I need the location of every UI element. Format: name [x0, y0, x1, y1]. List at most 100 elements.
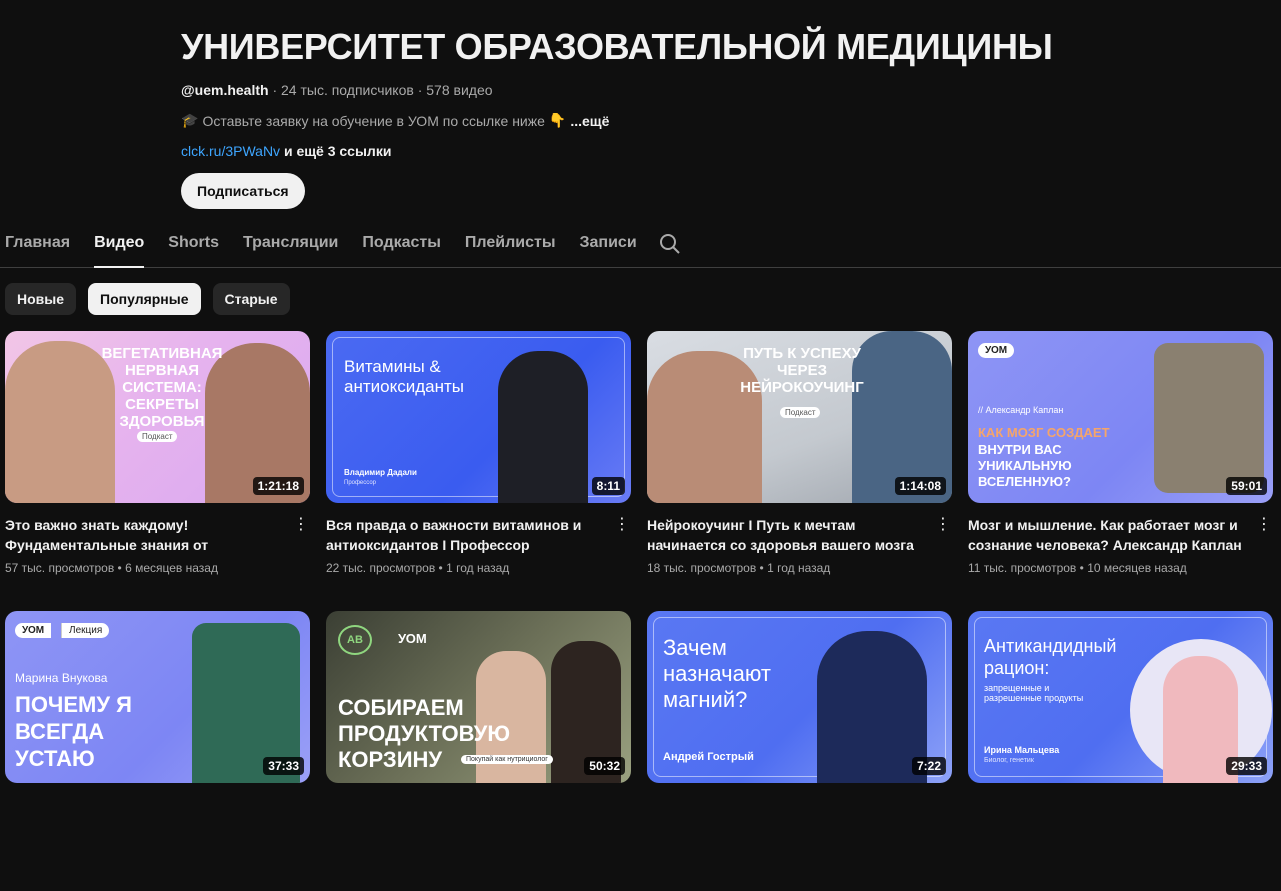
video-card: УОМ Лекция Марина Внукова ПОЧЕМУ Я ВСЕГД…	[5, 611, 310, 891]
video-thumbnail[interactable]: AB УОМ СОБИРАЕМ ПРОДУКТОВУЮ КОРЗИНУ Поку…	[326, 611, 631, 783]
person-photo	[1154, 343, 1264, 493]
thumbnail-role: Биолог, генетик	[984, 757, 1034, 764]
chip-oldest[interactable]: Старые	[212, 283, 290, 315]
tab-playlists[interactable]: Плейлисты	[465, 222, 556, 267]
video-duration: 29:33	[1226, 757, 1267, 775]
thumbnail-badge: Подкаст	[780, 407, 821, 418]
channel-links: clck.ru/3PWaNv и ещё 3 ссылки	[181, 143, 1181, 159]
video-duration: 1:14:08	[894, 477, 946, 495]
chip-newest[interactable]: Новые	[5, 283, 77, 315]
video-views: 18 тыс. просмотров	[647, 561, 757, 575]
video-age: 6 месяцев назад	[125, 561, 218, 575]
video-views: 11 тыс. просмотров	[968, 561, 1077, 575]
video-thumbnail[interactable]: Антикандидный рацион: запрещенные и разр…	[968, 611, 1273, 783]
chip-popular[interactable]: Популярные	[88, 283, 201, 315]
video-stats: 18 тыс. просмотров • 1 год назад	[647, 561, 831, 575]
thumbnail-name: // Александр Каплан	[978, 405, 1064, 415]
video-thumbnail[interactable]: ВЕГЕТАТИВНАЯ НЕРВНАЯ СИСТЕМА: СЕКРЕТЫ ЗД…	[5, 331, 310, 503]
video-thumbnail[interactable]: Зачем назначают магний? Андрей Гострый 7…	[647, 611, 952, 783]
thumbnail-text: Витамины & антиоксиданты	[344, 357, 464, 396]
more-options-icon[interactable]: ⋮	[613, 515, 631, 555]
video-count: · 578 видео	[417, 82, 493, 98]
thumbnail-accent-text: КАК МОЗГ СОЗДАЕТ	[978, 425, 1110, 440]
thumbnail-name: Андрей Гострый	[663, 751, 754, 763]
channel-description[interactable]: 🎓 Оставьте заявку на обучение в УОМ по с…	[181, 112, 1181, 129]
video-age: 10 месяцев назад	[1087, 561, 1187, 575]
thumbnail-tag: Лекция	[61, 623, 110, 638]
person-photo	[817, 631, 927, 783]
tab-posts[interactable]: Записи	[580, 222, 637, 267]
video-duration: 1:21:18	[252, 477, 304, 495]
graduation-cap-icon: 🎓	[181, 112, 199, 128]
video-card: УОМ // Александр Каплан КАК МОЗГ СОЗДАЕТ…	[968, 331, 1273, 611]
video-duration: 37:33	[263, 757, 304, 775]
video-title[interactable]: Вся правда о важности витаминов и антиок…	[326, 515, 611, 555]
description-more-link[interactable]: ...ещё	[570, 113, 609, 129]
brand-logo-icon: AB	[338, 625, 372, 655]
video-stats: 22 тыс. просмотров • 1 год назад	[326, 561, 510, 575]
thumbnail-badge: Подкаст	[137, 431, 178, 442]
channel-meta: @uem.health · 24 тыс. подписчиков · 578 …	[181, 82, 1181, 98]
tab-videos[interactable]: Видео	[94, 222, 145, 268]
uom-logo: УОМ	[978, 343, 1015, 358]
video-card: ВЕГЕТАТИВНАЯ НЕРВНАЯ СИСТЕМА: СЕКРЕТЫ ЗД…	[5, 331, 310, 611]
video-card: AB УОМ СОБИРАЕМ ПРОДУКТОВУЮ КОРЗИНУ Поку…	[326, 611, 631, 891]
video-stats: 11 тыс. просмотров • 10 месяцев назад	[968, 561, 1187, 575]
uom-logo: УОМ	[398, 631, 427, 646]
tab-live[interactable]: Трансляции	[243, 222, 338, 267]
thumbnail-text: Зачем назначают магний?	[663, 635, 771, 712]
video-thumbnail[interactable]: УОМ Лекция Марина Внукова ПОЧЕМУ Я ВСЕГД…	[5, 611, 310, 783]
more-options-icon[interactable]: ⋮	[1255, 515, 1273, 555]
video-card: ПУТЬ К УСПЕХУ ЧЕРЕЗ НЕЙРОКОУЧИНГ Подкаст…	[647, 331, 952, 611]
video-views: 57 тыс. просмотров	[5, 561, 115, 575]
video-duration: 59:01	[1226, 477, 1267, 495]
thumbnail-text: ПОЧЕМУ Я ВСЕГДА УСТАЮ	[15, 692, 132, 771]
channel-title: УНИВЕРСИТЕТ ОБРАЗОВАТЕЛЬНОЙ МЕДИЦИНЫ	[181, 26, 1053, 67]
video-duration: 8:11	[591, 477, 625, 495]
channel-handle[interactable]: @uem.health	[181, 82, 269, 98]
uom-logo: УОМ	[15, 623, 52, 638]
channel-tabs: Главная Видео Shorts Трансляции Подкасты…	[0, 222, 1281, 268]
tab-podcasts[interactable]: Подкасты	[362, 222, 441, 267]
description-text: Оставьте заявку на обучение в УОМ по ссы…	[202, 112, 545, 129]
thumbnail-name: Марина Внукова	[15, 671, 108, 685]
video-thumbnail[interactable]: ПУТЬ К УСПЕХУ ЧЕРЕЗ НЕЙРОКОУЧИНГ Подкаст…	[647, 331, 952, 503]
sort-chips: Новые Популярные Старые	[5, 283, 290, 315]
more-options-icon[interactable]: ⋮	[292, 515, 310, 555]
video-age: 1 год назад	[767, 561, 831, 575]
video-duration: 50:32	[584, 757, 625, 775]
thumbnail-text: ПУТЬ К УСПЕХУ ЧЕРЕЗ НЕЙРОКОУЧИНГ	[740, 345, 864, 396]
video-stats: 57 тыс. просмотров • 6 месяцев назад	[5, 561, 218, 575]
thumbnail-role: Профессор	[344, 480, 377, 486]
video-views: 22 тыс. просмотров	[326, 561, 436, 575]
video-duration: 7:22	[911, 757, 946, 775]
pointing-down-icon: 👇	[548, 112, 567, 128]
video-title[interactable]: Мозг и мышление. Как работает мозг и соз…	[968, 515, 1253, 555]
video-grid: ВЕГЕТАТИВНАЯ НЕРВНАЯ СИСТЕМА: СЕКРЕТЫ ЗД…	[5, 331, 1276, 891]
tab-home[interactable]: Главная	[5, 222, 70, 267]
video-thumbnail[interactable]: Витамины & антиоксиданты Владимир Дадали…	[326, 331, 631, 503]
channel-link[interactable]: clck.ru/3PWaNv	[181, 143, 280, 159]
video-title[interactable]: Нейрокоучинг I Путь к мечтам начинается …	[647, 515, 932, 555]
video-card: Зачем назначают магний? Андрей Гострый 7…	[647, 611, 952, 891]
subscribe-button[interactable]: Подписаться	[181, 173, 305, 209]
video-age: 1 год назад	[446, 561, 510, 575]
channel-header: УНИВЕРСИТЕТ ОБРАЗОВАТЕЛЬНОЙ МЕДИЦИНЫ @ue…	[181, 24, 1181, 209]
thumbnail-text: ВНУТРИ ВАС УНИКАЛЬНУЮ ВСЕЛЕННУЮ?	[978, 442, 1072, 489]
thumbnail-subtext: запрещенные и разрешенные продукты	[984, 683, 1084, 703]
thumbnail-name: Владимир Дадали	[344, 468, 417, 477]
subscriber-count: · 24 тыс. подписчиков	[272, 82, 414, 98]
person-photo	[498, 351, 588, 503]
video-card: Витамины & антиоксиданты Владимир Дадали…	[326, 331, 631, 611]
thumbnail-badge: Покупай как нутрициолог	[461, 755, 553, 764]
search-icon[interactable]	[658, 222, 682, 261]
thumbnail-text: Антикандидный рацион:	[984, 636, 1117, 678]
thumbnail-name: Ирина Мальцева	[984, 745, 1060, 755]
tab-shorts[interactable]: Shorts	[168, 222, 219, 267]
more-links[interactable]: и ещё 3 ссылки	[284, 143, 391, 159]
more-options-icon[interactable]: ⋮	[934, 515, 952, 555]
video-title[interactable]: Это важно знать каждому! Фундаментальные…	[5, 515, 290, 555]
video-thumbnail[interactable]: УОМ // Александр Каплан КАК МОЗГ СОЗДАЕТ…	[968, 331, 1273, 503]
video-card: Антикандидный рацион: запрещенные и разр…	[968, 611, 1273, 891]
thumbnail-text: ВЕГЕТАТИВНАЯ НЕРВНАЯ СИСТЕМА: СЕКРЕТЫ ЗД…	[101, 345, 223, 430]
